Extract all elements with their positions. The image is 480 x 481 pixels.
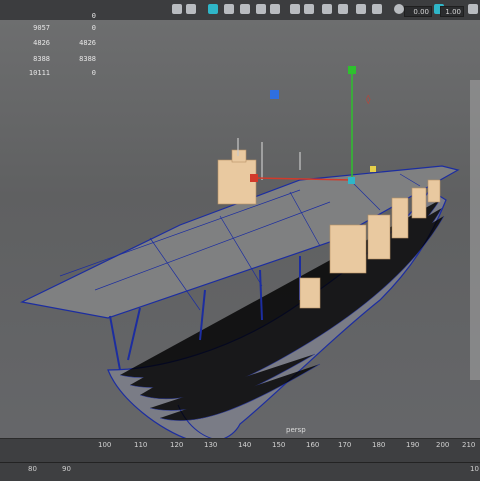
- range-label: 90: [62, 465, 71, 473]
- tick-label: 200: [436, 441, 450, 449]
- tool-icon[interactable]: [224, 4, 234, 14]
- tick-label: 170: [338, 441, 352, 449]
- tool-icon[interactable]: [240, 4, 250, 14]
- ship-model[interactable]: ◊: [0, 20, 480, 460]
- tick-label: 180: [372, 441, 386, 449]
- tool-icon[interactable]: [338, 4, 348, 14]
- gear-icon[interactable]: [394, 4, 404, 14]
- tool-icon[interactable]: [356, 4, 366, 14]
- monitor-bevel: [470, 80, 480, 380]
- x-axis-cube[interactable]: [250, 174, 258, 182]
- tool-icon[interactable]: [186, 4, 196, 14]
- ruler-divider: [0, 462, 480, 463]
- viewport[interactable]: 0 9057 0 4826 4826 8388 8388 10111 0 ◊ p…: [0, 12, 480, 460]
- tool-icon[interactable]: [290, 4, 300, 14]
- range-label: 80: [28, 465, 37, 473]
- tool-icon[interactable]: [468, 4, 478, 14]
- tick-label: 160: [306, 441, 320, 449]
- plane-handle[interactable]: [370, 166, 376, 172]
- camera-label: persp: [286, 426, 306, 434]
- value-field[interactable]: 0.00: [404, 6, 432, 17]
- tick-label: 130: [204, 441, 218, 449]
- range-label: 10: [470, 465, 479, 473]
- tool-icon[interactable]: [208, 4, 218, 14]
- tool-icon[interactable]: [304, 4, 314, 14]
- tool-icon[interactable]: [172, 4, 182, 14]
- tick-label: 210: [462, 441, 476, 449]
- tick-label: 140: [238, 441, 252, 449]
- tool-icon[interactable]: [322, 4, 332, 14]
- tick-label: 150: [272, 441, 286, 449]
- tick-label: 100: [98, 441, 112, 449]
- axis-icon: ◊: [366, 94, 371, 105]
- timeline-ruler[interactable]: 100 110 120 130 140 150 160 170 180 190 …: [0, 438, 480, 481]
- tool-icon[interactable]: [372, 4, 382, 14]
- tool-icon[interactable]: [256, 4, 266, 14]
- tick-label: 110: [134, 441, 148, 449]
- tick-label: 190: [406, 441, 420, 449]
- stat-value: 0: [91, 12, 96, 20]
- tool-icon[interactable]: [270, 4, 280, 14]
- tick-label: 120: [170, 441, 184, 449]
- value-field[interactable]: 1.00: [440, 6, 464, 17]
- z-axis-cube[interactable]: [270, 90, 279, 99]
- y-axis-cube[interactable]: [348, 66, 356, 74]
- center-handle[interactable]: [348, 177, 355, 184]
